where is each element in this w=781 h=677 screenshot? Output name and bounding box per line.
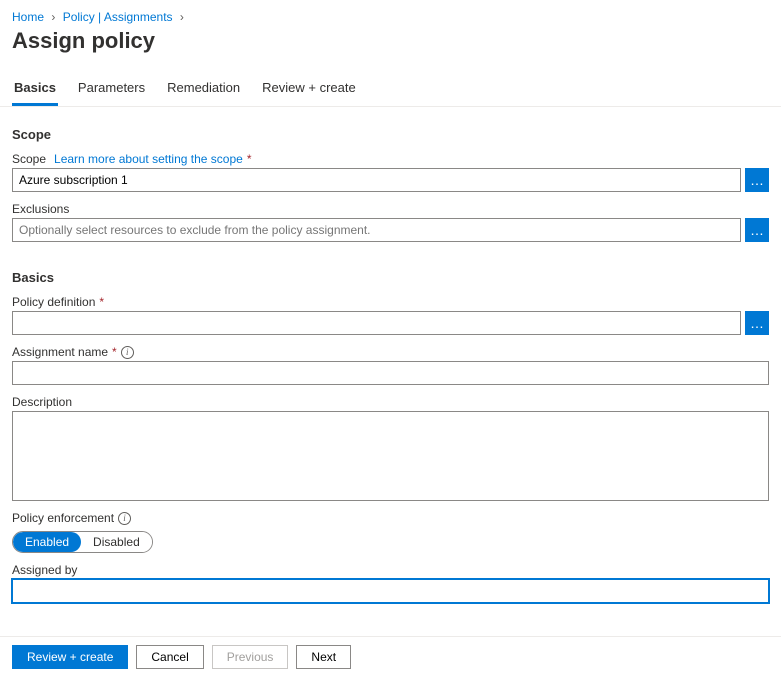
breadcrumb: Home › Policy | Assignments › xyxy=(0,0,781,28)
review-create-button[interactable]: Review + create xyxy=(12,645,128,669)
info-icon[interactable]: i xyxy=(118,512,131,525)
required-marker: * xyxy=(247,152,252,166)
ellipsis-icon: … xyxy=(750,316,764,330)
policy-definition-picker-button[interactable]: … xyxy=(745,311,769,335)
tabs: Basics Parameters Remediation Review + c… xyxy=(0,74,781,107)
policy-definition-label: Policy definition xyxy=(12,295,95,309)
exclusions-label: Exclusions xyxy=(12,202,769,216)
scope-label: Scope xyxy=(12,152,46,166)
policy-definition-input[interactable] xyxy=(12,311,741,335)
cancel-button[interactable]: Cancel xyxy=(136,645,203,669)
required-marker: * xyxy=(112,345,117,359)
policy-enforcement-toggle[interactable]: Enabled Disabled xyxy=(12,531,153,553)
assignment-name-label: Assignment name xyxy=(12,345,108,359)
footer-bar: Review + create Cancel Previous Next xyxy=(0,636,781,677)
page-title: Assign policy xyxy=(0,28,781,74)
tab-review-create[interactable]: Review + create xyxy=(260,74,358,106)
breadcrumb-home[interactable]: Home xyxy=(12,10,44,24)
policy-enforcement-label-row: Policy enforcement i xyxy=(12,511,769,525)
assigned-by-input[interactable] xyxy=(12,579,769,603)
previous-button: Previous xyxy=(212,645,289,669)
scope-input[interactable] xyxy=(12,168,741,192)
chevron-right-icon: › xyxy=(51,10,55,24)
info-icon[interactable]: i xyxy=(121,346,134,359)
ellipsis-icon: … xyxy=(750,173,764,187)
scope-label-row: Scope Learn more about setting the scope… xyxy=(12,152,769,166)
chevron-right-icon: › xyxy=(180,10,184,24)
ellipsis-icon: … xyxy=(750,223,764,237)
section-basics-heading: Basics xyxy=(12,270,769,285)
description-label: Description xyxy=(12,395,769,409)
description-input[interactable] xyxy=(12,411,769,501)
tab-remediation[interactable]: Remediation xyxy=(165,74,242,106)
toggle-enabled[interactable]: Enabled xyxy=(13,532,81,552)
next-button[interactable]: Next xyxy=(296,645,351,669)
tab-basics[interactable]: Basics xyxy=(12,74,58,106)
scope-picker-button[interactable]: … xyxy=(745,168,769,192)
exclusions-input[interactable] xyxy=(12,218,741,242)
scope-learn-more-link[interactable]: Learn more about setting the scope xyxy=(54,152,243,166)
policy-enforcement-label: Policy enforcement xyxy=(12,511,114,525)
assigned-by-label: Assigned by xyxy=(12,563,769,577)
required-marker: * xyxy=(99,295,104,309)
tab-parameters[interactable]: Parameters xyxy=(76,74,147,106)
policy-definition-label-row: Policy definition * xyxy=(12,295,769,309)
breadcrumb-policy-assignments[interactable]: Policy | Assignments xyxy=(63,10,173,24)
exclusions-picker-button[interactable]: … xyxy=(745,218,769,242)
section-scope-heading: Scope xyxy=(12,127,769,142)
assignment-name-input[interactable] xyxy=(12,361,769,385)
toggle-disabled[interactable]: Disabled xyxy=(81,532,152,552)
assignment-name-label-row: Assignment name * i xyxy=(12,345,769,359)
